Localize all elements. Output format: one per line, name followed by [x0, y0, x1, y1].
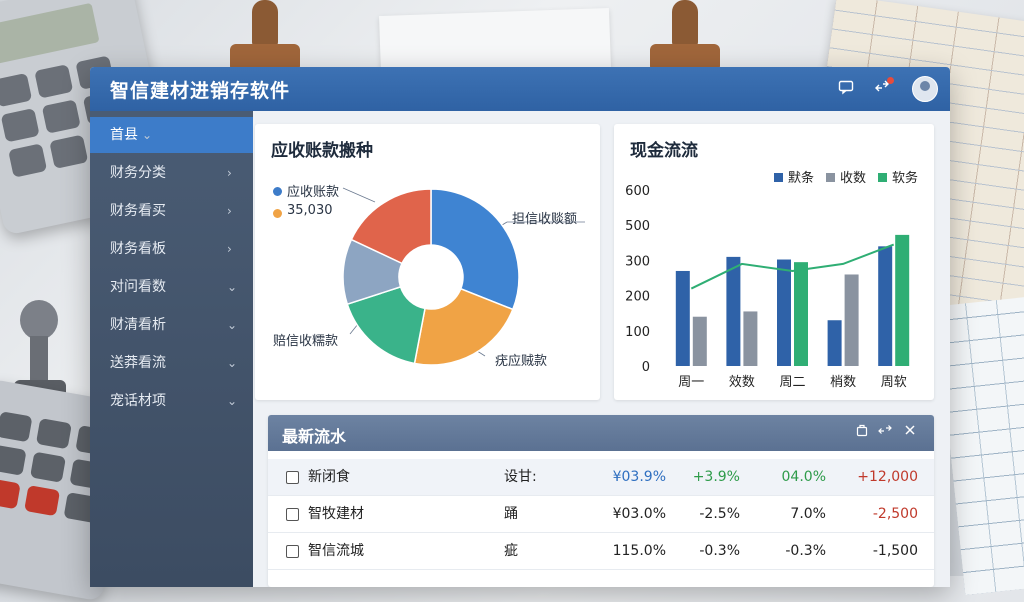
sidebar-item-label: 财清看析	[110, 317, 166, 333]
sidebar-item-label: 财务分类	[110, 165, 166, 181]
sidebar-item-finance-board[interactable]: 财务看板 ›	[90, 231, 253, 267]
chevron-down-icon: ⌄	[227, 280, 238, 294]
sidebar-item-label: 宠话材项	[110, 393, 166, 409]
bar	[726, 256, 741, 366]
bar	[844, 274, 859, 366]
row-rate: 7.0%	[790, 506, 826, 522]
bar	[794, 262, 808, 366]
pie-label-right: 担信收赕额	[512, 212, 578, 227]
x-tick-label: 效数	[729, 375, 755, 390]
row-value: 115.0%	[612, 543, 666, 559]
donut-chart	[342, 187, 585, 366]
close-icon[interactable]	[904, 424, 916, 440]
y-tick-label: 600	[625, 184, 650, 199]
row-change: -0.3%	[699, 543, 740, 559]
row-name: 智牧建材	[308, 506, 364, 522]
row-checkbox[interactable]	[286, 545, 299, 558]
row-change: +3.9%	[692, 469, 740, 485]
sidebar-item-label: 财务看板	[110, 241, 166, 257]
share-icon[interactable]	[878, 424, 892, 441]
sidebar-item-label: 首县	[110, 127, 138, 143]
app-title: 智信建材进销存软件	[110, 80, 291, 102]
trend-line	[690, 243, 895, 290]
receivables-card: 应收账款搬种 应收账款 35,030 担信收赕额 赔信收糯款 疣应贼款	[255, 124, 600, 400]
chevron-right-icon: ›	[227, 204, 232, 218]
row-type: 疵	[504, 543, 518, 559]
sidebar-item-5[interactable]: 财清看析 ⌄	[90, 307, 253, 343]
x-tick-label: 周软	[881, 375, 907, 390]
x-tick-label: 周二	[779, 375, 805, 390]
sidebar-item-label: 对问看数	[110, 279, 166, 295]
notification-dot	[887, 77, 894, 84]
pie-label-left: 赔信收糯款	[273, 334, 339, 349]
y-tick-label: 0	[642, 360, 650, 375]
row-value: ¥03.0%	[612, 506, 666, 522]
row-name: 新闭食	[308, 469, 350, 485]
sidebar: 首县 ⌄ 财务分类 › 财务看买 › 财务看板 › 对问看数 ⌄ 财清看析 ⌄ …	[90, 111, 253, 587]
bar	[878, 246, 893, 366]
row-rate: -0.3%	[785, 543, 826, 559]
chevron-down-icon: ⌄	[227, 318, 238, 332]
chevron-down-icon: ⌄	[227, 356, 238, 370]
bar	[692, 316, 707, 366]
row-type: 设甘:	[504, 469, 537, 485]
x-tick-label: 梢数	[830, 375, 856, 390]
legend-swatch	[774, 173, 783, 182]
bar	[777, 259, 791, 366]
title-bar: 智信建材进销存软件	[90, 67, 950, 111]
cashflow-card: 现金流流 0 100 200 300 500 600 周一 效数 周二 梢数 周软 默条 收数 软务	[614, 124, 934, 400]
transactions-header: 最新流水	[268, 415, 934, 451]
row-change: -2.5%	[699, 506, 740, 522]
bar	[675, 270, 690, 366]
sidebar-item-home[interactable]: 首县 ⌄	[90, 117, 253, 153]
row-value: ¥03.9%	[612, 469, 666, 485]
pie-label-bottom: 疣应贼款	[495, 354, 548, 369]
transactions-title: 最新流水	[282, 427, 347, 446]
legend-label: 软务	[892, 170, 918, 186]
app-window: 智信建材进销存软件 首县 ⌄ 财务分类 › 财务看买 › 财务看板 › 对问看数…	[90, 67, 950, 587]
legend-label: 收数	[840, 171, 866, 186]
sidebar-item-4[interactable]: 对问看数 ⌄	[90, 269, 253, 305]
row-name: 智信流城	[308, 543, 364, 559]
chevron-down-icon: ⌄	[227, 394, 238, 408]
row-rate: 04.0%	[781, 469, 826, 485]
legend-swatch	[826, 173, 835, 182]
legend-label: 默条	[788, 170, 814, 186]
row-checkbox[interactable]	[286, 471, 299, 484]
copy-icon[interactable]	[856, 424, 869, 441]
transactions-card: 最新流水 新闭食 设甘: ¥03.9% +3.9% 04.0% +12,000 智牧建材 踊 ¥…	[268, 415, 934, 587]
sidebar-item-finance-view[interactable]: 财务看买 ›	[90, 193, 253, 229]
row-amount: -1,500	[872, 543, 918, 559]
sidebar-item-7[interactable]: 宠话材项 ⌄	[90, 383, 253, 419]
bar	[895, 234, 910, 366]
table-row[interactable]: 新闭食 设甘: ¥03.9% +3.9% 04.0% +12,000	[268, 459, 934, 496]
y-tick-label: 100	[625, 325, 650, 340]
x-tick-label: 周一	[678, 375, 704, 390]
sidebar-item-label: 送莽看流	[110, 355, 166, 371]
bar	[827, 320, 842, 366]
row-amount: +12,000	[857, 469, 918, 485]
bar	[743, 311, 758, 366]
row-checkbox[interactable]	[286, 508, 299, 521]
avatar[interactable]	[912, 76, 938, 102]
row-type: 踊	[504, 506, 518, 522]
sidebar-item-6[interactable]: 送莽看流 ⌄	[90, 345, 253, 381]
y-tick-label: 200	[625, 290, 650, 305]
chevron-right-icon: ›	[227, 242, 232, 256]
cashflow-chart: 0 100 200 300 500 600 周一 效数 周二 梢数 周软 默条 收数 软务	[625, 170, 918, 390]
chevron-right-icon: ›	[227, 166, 232, 180]
legend-swatch	[878, 173, 887, 182]
message-icon[interactable]	[836, 79, 856, 99]
table-row[interactable]: 智牧建材 踊 ¥03.0% -2.5% 7.0% -2,500	[268, 496, 934, 533]
background-paper	[379, 8, 611, 76]
y-tick-label: 300	[625, 254, 650, 269]
row-amount: -2,500	[872, 506, 918, 522]
sidebar-item-label: 财务看买	[110, 203, 166, 219]
chevron-down-icon: ⌄	[142, 128, 153, 142]
y-tick-label: 500	[625, 219, 650, 234]
table-row[interactable]: 智信流城 疵 115.0% -0.3% -0.3% -1,500	[268, 533, 934, 570]
pie-slice	[430, 188, 520, 311]
sidebar-item-finance-category[interactable]: 财务分类 ›	[90, 155, 253, 191]
